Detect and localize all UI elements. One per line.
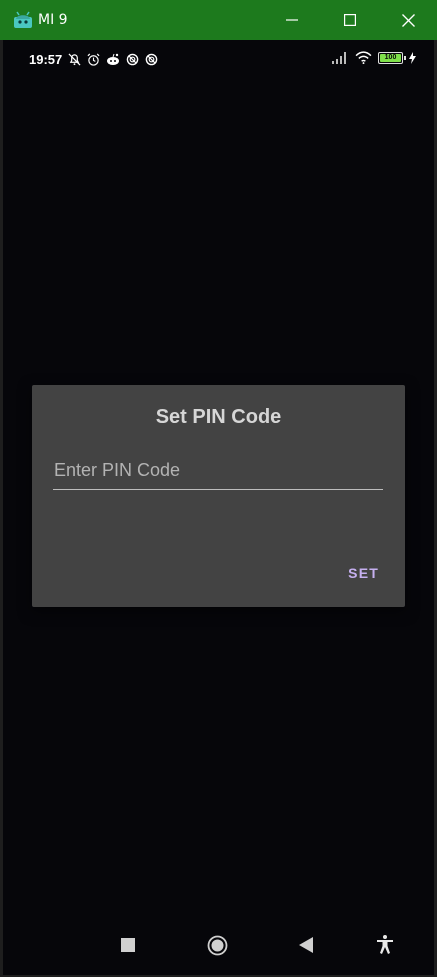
close-icon [401,13,415,27]
status-bar: 19:57 100 [3,40,434,78]
set-pin-dialog: Set PIN Code SET [32,385,405,607]
home-button[interactable] [207,935,228,956]
maximize-icon [344,14,356,26]
reddit-icon [107,53,120,65]
back-button[interactable] [299,937,313,953]
mute-bell-icon [68,53,81,65]
home-icon [207,935,228,956]
recents-icon [121,938,135,952]
navigation-bar [3,917,434,975]
signal-icon [332,51,346,64]
blocked-icon [126,53,139,65]
android-icon [14,11,32,28]
maximize-button[interactable] [321,0,379,40]
alarm-icon [87,53,100,66]
minimize-button[interactable] [263,0,321,40]
minimize-icon [286,19,298,21]
window-title: MI 9 [38,12,68,28]
accessibility-button[interactable] [377,935,393,954]
recents-button[interactable] [121,938,135,952]
accessibility-icon [377,935,393,954]
dialog-title: Set PIN Code [155,406,282,428]
charging-icon [409,51,416,64]
set-button[interactable]: SET [348,565,379,581]
battery-icon: 100 [378,51,406,64]
back-icon [299,937,313,953]
phone-screen: 19:57 100 Set PIN Code Enter PIN Code SE… [3,40,434,975]
wifi-icon [355,51,372,64]
pin-code-input[interactable] [53,452,383,490]
blocked-icon [145,53,158,65]
status-time: 19:57 [29,51,63,67]
battery-level: 100 [380,53,401,62]
close-button[interactable] [379,0,437,40]
window-titlebar: MI 9 [0,0,437,40]
